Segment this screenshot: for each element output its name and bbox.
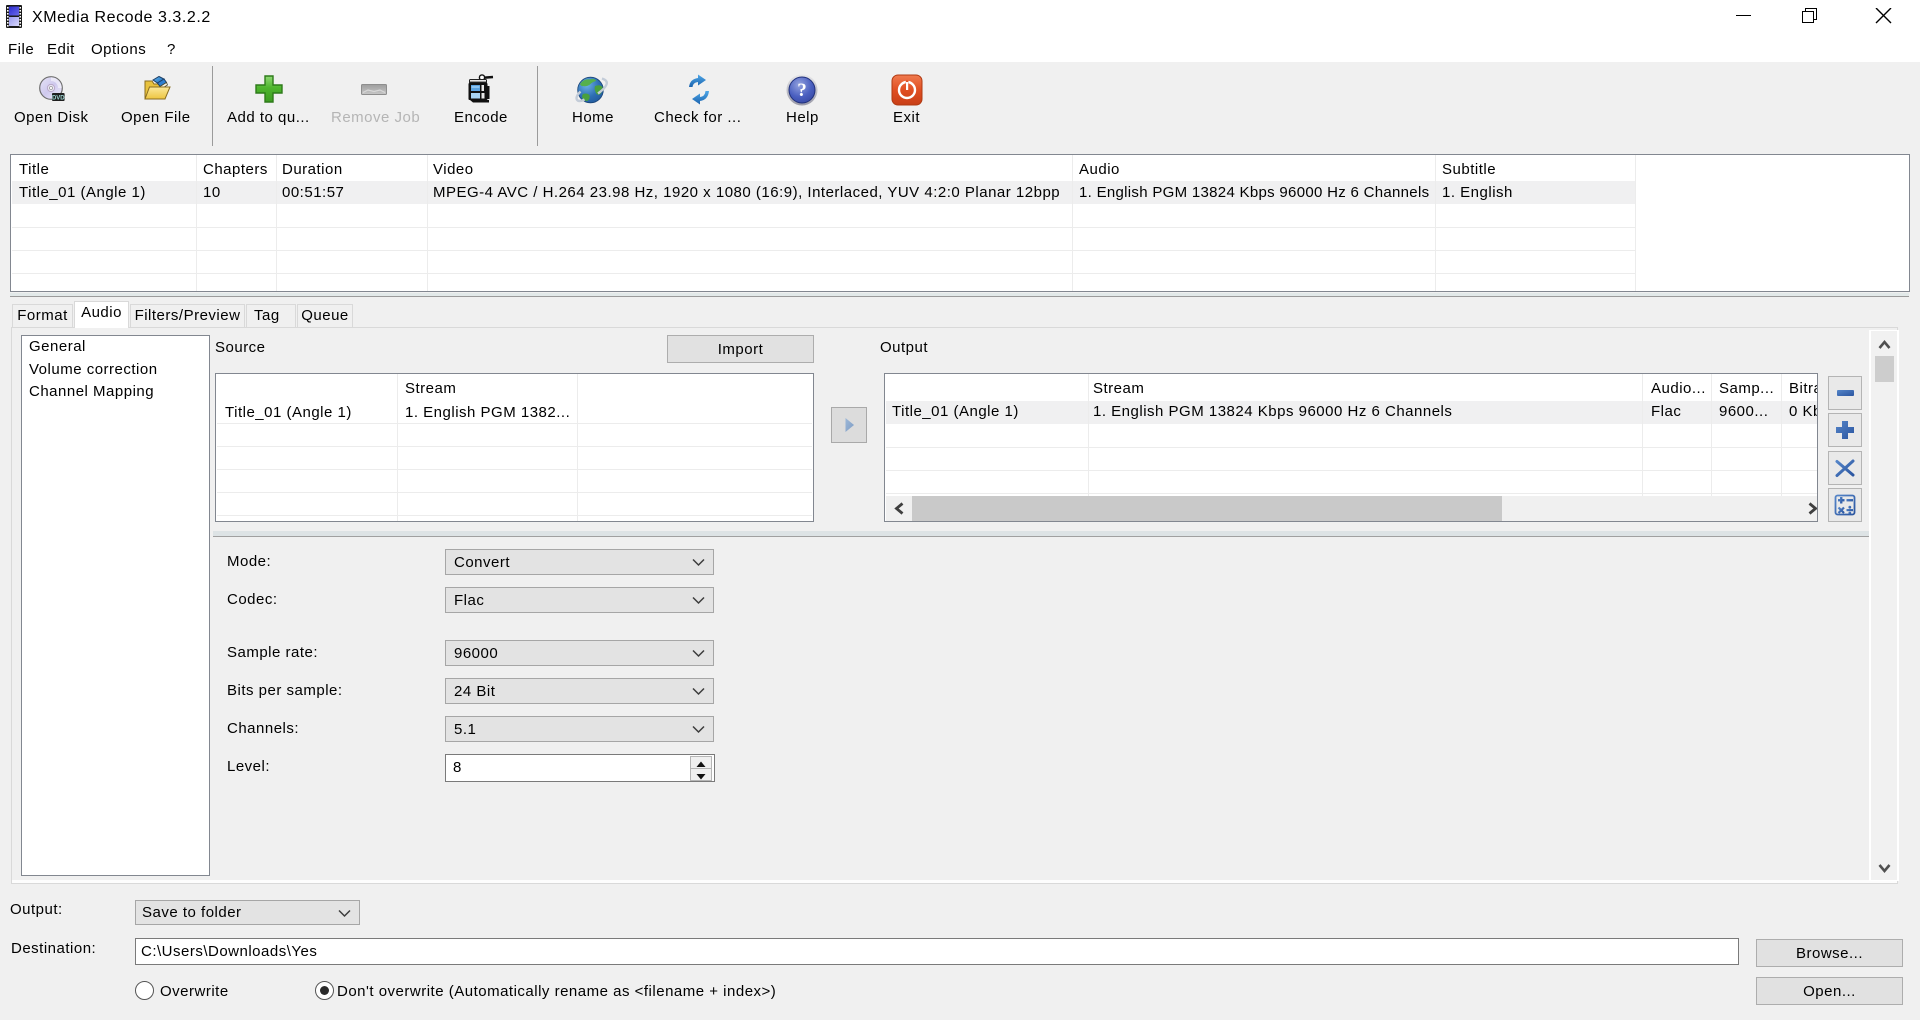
svg-text:?: ? <box>797 80 807 101</box>
svg-text:DVD: DVD <box>52 95 65 101</box>
